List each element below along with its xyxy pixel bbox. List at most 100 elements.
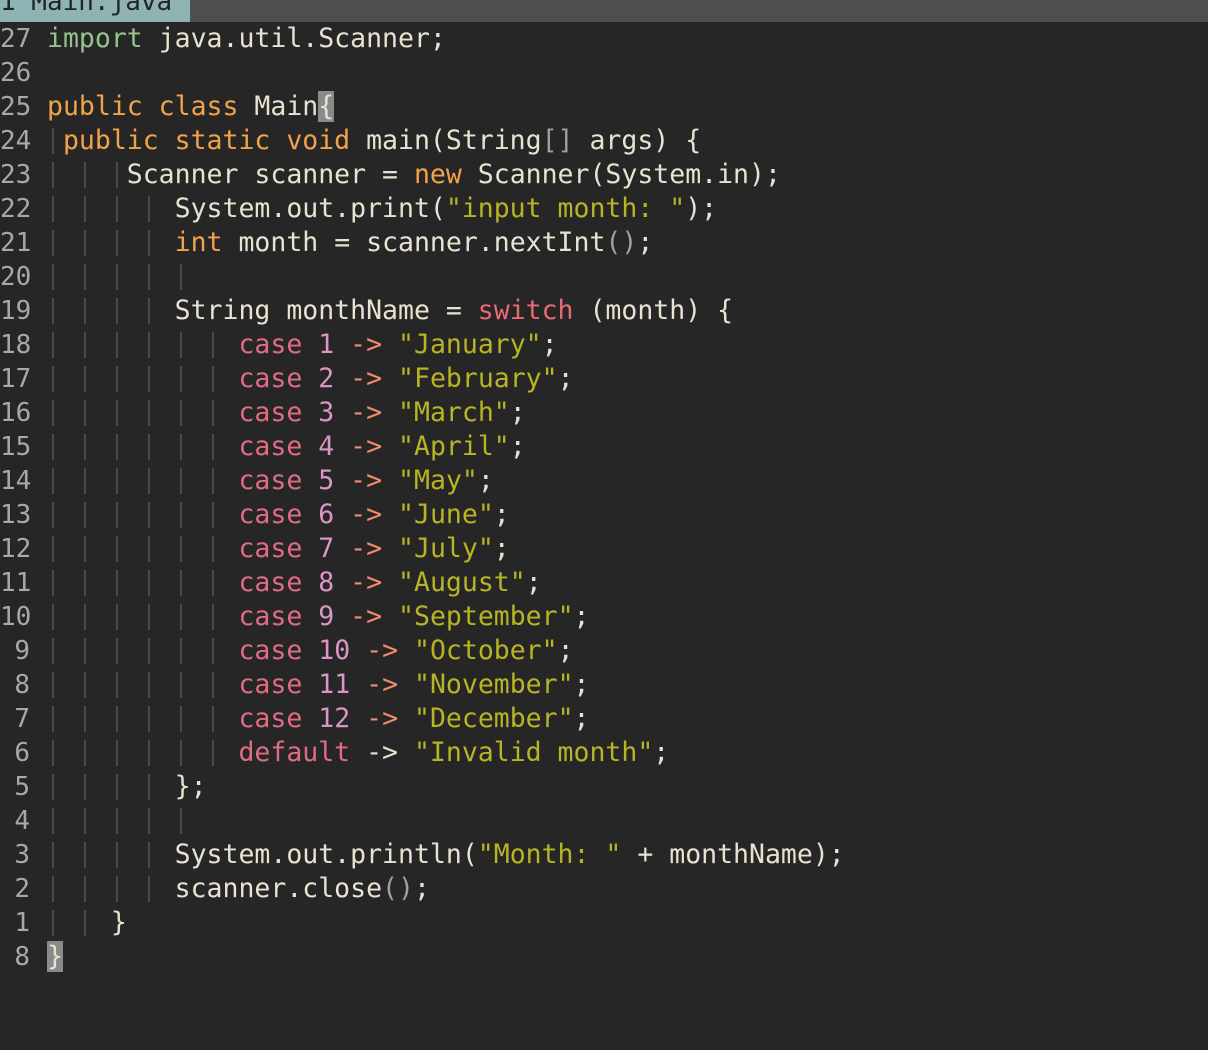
indent-guide	[84, 808, 86, 834]
code-line[interactable]: 11 case 8 -> "August";	[0, 566, 1208, 600]
code-token: ;	[493, 533, 510, 564]
line-number: 26	[0, 58, 32, 88]
code-token: scanner.close	[47, 873, 383, 904]
code-token: 7	[302, 533, 351, 564]
code-line[interactable]: 20	[0, 260, 1208, 294]
line-number: 23	[0, 160, 32, 190]
code-text: case 1 -> "January";	[47, 328, 557, 362]
code-token: ;	[557, 363, 574, 394]
code-token: "October"	[414, 635, 558, 666]
code-token: System.out.print(	[47, 193, 446, 224]
code-line[interactable]: 16 case 3 -> "March";	[0, 396, 1208, 430]
code-token: ;	[509, 431, 526, 462]
line-number: 2	[14, 874, 30, 904]
code-token: ->	[350, 567, 383, 598]
code-token: case	[238, 567, 303, 598]
code-token: 12	[302, 703, 367, 734]
code-line[interactable]: 18 case 1 -> "January";	[0, 328, 1208, 362]
code-text: case 8 -> "August";	[47, 566, 542, 600]
code-line[interactable]: 8 case 11 -> "November";	[0, 668, 1208, 702]
code-token: String monthName =	[47, 295, 478, 326]
code-token: "Invalid month"	[413, 737, 654, 768]
code-line[interactable]: 23 Scanner scanner = new Scanner(System.…	[0, 158, 1208, 192]
tab-main-java[interactable]: 1 Main.java	[0, 0, 190, 22]
code-token: ->	[366, 669, 399, 700]
code-line[interactable]: 8}	[0, 940, 1208, 974]
code-token: ;	[573, 703, 590, 734]
code-token: 11	[302, 669, 367, 700]
code-line[interactable]: 27 import java.util.Scanner;	[0, 22, 1208, 56]
code-token: default	[238, 737, 351, 768]
code-token: }	[47, 907, 127, 938]
code-line[interactable]: 13 case 6 -> "June";	[0, 498, 1208, 532]
code-token: ()	[382, 873, 414, 904]
code-token: case	[238, 397, 303, 428]
code-token: case	[238, 533, 303, 564]
cursor-match-bracket: {	[318, 91, 335, 122]
code-line[interactable]: 14 case 5 -> "May";	[0, 464, 1208, 498]
code-line[interactable]: 1 }	[0, 906, 1208, 940]
code-line[interactable]: 7 case 12 -> "December";	[0, 702, 1208, 736]
code-text: case 12 -> "December";	[47, 702, 590, 736]
line-number: 21	[0, 228, 32, 258]
code-text: System.out.print("input month: ");	[47, 192, 717, 226]
code-line[interactable]: 21 int month = scanner.nextInt();	[0, 226, 1208, 260]
code-token: + monthName);	[621, 839, 845, 870]
code-token: };	[47, 771, 207, 802]
code-editor[interactable]: 27 import java.util.Scanner; 26 25 public cl…	[0, 22, 1208, 1050]
line-number: 17	[0, 364, 32, 394]
code-token: ->	[350, 465, 383, 496]
code-line[interactable]: 24 public static void main(String[] args…	[0, 124, 1208, 158]
code-line[interactable]: 10 case 9 -> "September";	[0, 600, 1208, 634]
code-token: switch	[477, 295, 574, 326]
code-token: Scanner scanner =	[47, 159, 414, 190]
indent-guide	[148, 264, 150, 290]
line-number: 24	[0, 126, 32, 156]
code-token: "February"	[398, 363, 558, 394]
code-line[interactable]: 22 System.out.print("input month: ");	[0, 192, 1208, 226]
code-line[interactable]: 15 case 4 -> "April";	[0, 430, 1208, 464]
code-token: ;	[525, 567, 542, 598]
indent-guide	[180, 264, 182, 290]
code-line[interactable]: 5 };	[0, 770, 1208, 804]
code-token: ->	[350, 329, 383, 360]
indent-guide	[180, 808, 182, 834]
code-token: 8	[302, 567, 351, 598]
code-token: ;	[653, 737, 670, 768]
code-token: case	[238, 635, 303, 666]
indent-guide	[116, 264, 118, 290]
code-text: case 10 -> "October";	[47, 634, 573, 668]
code-line[interactable]: 26	[0, 56, 1208, 90]
line-number: 8	[14, 942, 30, 972]
code-line[interactable]: 12 case 7 -> "July";	[0, 532, 1208, 566]
code-token: ;	[573, 669, 590, 700]
code-line[interactable]: 9 case 10 -> "October";	[0, 634, 1208, 668]
code-text: scanner.close();	[47, 872, 430, 906]
code-token: ;	[477, 465, 494, 496]
code-token: );	[685, 193, 718, 224]
code-text: System.out.println("Month: " + monthName…	[47, 838, 845, 872]
code-token: ->	[350, 363, 383, 394]
code-token: case	[238, 431, 303, 462]
line-number: 6	[14, 738, 30, 768]
code-token: args) {	[573, 125, 702, 156]
code-token: public static void	[47, 125, 351, 156]
code-token: int	[174, 227, 223, 258]
code-line[interactable]: 4	[0, 804, 1208, 838]
line-number: 20	[0, 262, 32, 292]
code-token: ;	[637, 227, 654, 258]
code-line[interactable]: 2 scanner.close();	[0, 872, 1208, 906]
code-line[interactable]: 19 String monthName = switch (month) {	[0, 294, 1208, 328]
code-line[interactable]: 6 default -> "Invalid month";	[0, 736, 1208, 770]
code-line[interactable]: 3 System.out.println("Month: " + monthNa…	[0, 838, 1208, 872]
code-line[interactable]: 25 public class Main{	[0, 90, 1208, 124]
code-line[interactable]: 17 case 2 -> "February";	[0, 362, 1208, 396]
